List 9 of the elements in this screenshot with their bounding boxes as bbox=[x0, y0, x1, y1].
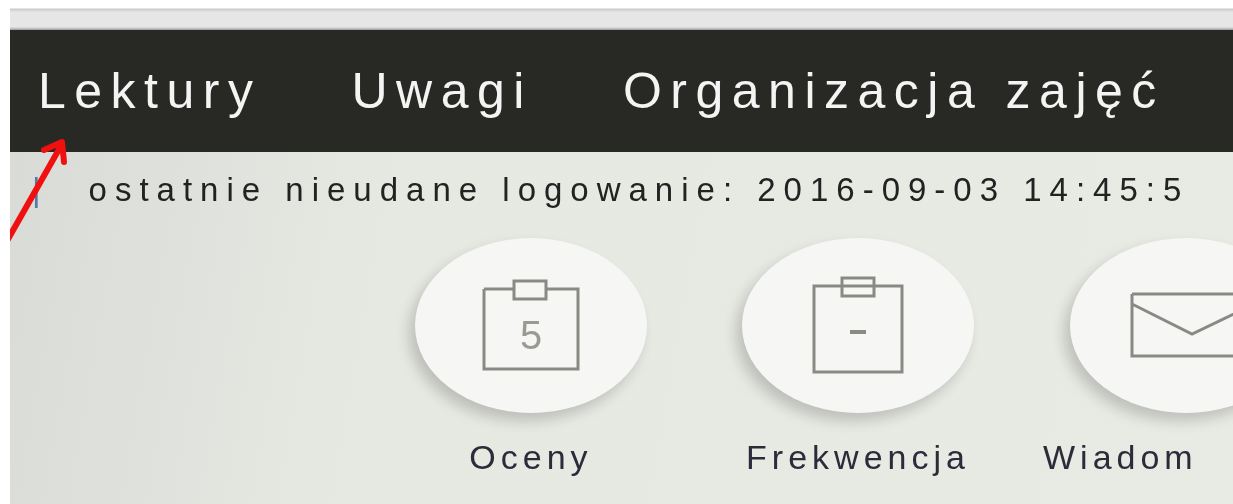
tile-label: Frekwencja bbox=[746, 438, 970, 476]
nav-link[interactable]: Uwagi bbox=[351, 66, 533, 116]
last-failed-login-text: ostatnie nieudane logowanie: 2016-09-03 14:45:5 bbox=[88, 171, 1190, 208]
envelope-icon bbox=[1130, 292, 1233, 359]
clipboard-icon bbox=[812, 276, 904, 375]
nav-link[interactable]: Organizacja zajęć bbox=[622, 66, 1165, 116]
tile-label: Wiadom bbox=[1043, 438, 1198, 476]
tile-label: Oceny bbox=[469, 438, 593, 476]
nav-link[interactable]: Lektury bbox=[38, 66, 262, 116]
